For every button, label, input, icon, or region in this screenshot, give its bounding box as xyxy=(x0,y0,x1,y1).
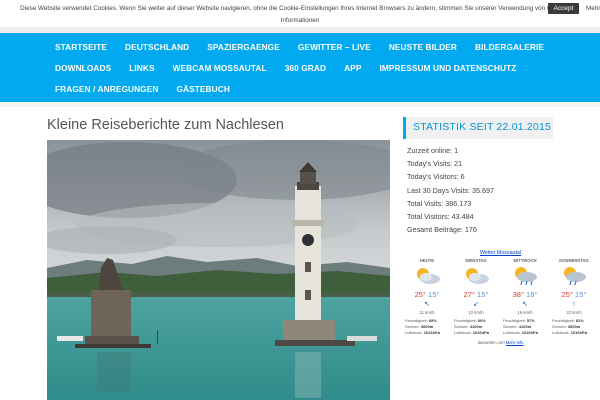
wind-direction-icon: ↖ xyxy=(424,301,430,308)
harbor-photo-illustration xyxy=(47,140,390,400)
nav-item-360-grad[interactable]: 360 GRAD xyxy=(276,57,335,80)
cookie-bar: Diese Website verwendet Cookies. Wenn Si… xyxy=(0,0,600,27)
weather-temperature: 38° 18° xyxy=(512,290,538,299)
wind-direction-icon: ↖ xyxy=(522,301,528,308)
snow-row: Schnee: 4100m xyxy=(454,324,483,329)
stat-todays-visitors: Today's Visitors: 6 xyxy=(407,172,465,182)
nav-item-downloads[interactable]: DOWNLOADS xyxy=(46,57,120,80)
weather-location-link[interactable]: Wetter Mossautal xyxy=(403,250,598,256)
nav-row-2: DOWNLOADS LINKS WEBCAM MOSSAUTAL 360 GRA… xyxy=(46,57,525,80)
weather-day-name: DIENSTAG xyxy=(465,258,487,263)
pressure-row: Luftdruck: 1016hPa xyxy=(405,330,440,335)
stat-todays-visits: Today's Visits: 21 xyxy=(407,159,463,169)
weather-day-name: DONNERSTAG xyxy=(559,258,589,263)
pressure-row: Luftdruck: 1016hPa xyxy=(454,330,489,335)
sun-cloud-icon xyxy=(417,268,440,284)
statistics-title-text: STATISTIK SEIT 22.01.2015 xyxy=(413,121,552,133)
nav-item-fragen-anregungen[interactable]: FRAGEN / ANREGUNGEN xyxy=(46,78,167,101)
snow-row: Schnee: 4100m xyxy=(503,324,532,329)
post-title[interactable]: Kleine Reiseberichte zum Nachlesen xyxy=(47,117,284,133)
snow-row: Schnee: 3000m xyxy=(405,324,434,329)
wind-direction-icon: ↙ xyxy=(473,301,479,308)
nav-item-neuste-bilder[interactable]: NEUSTE BILDER xyxy=(380,36,466,59)
weather-day-column: DONNERSTAG 25° 15° ↑ 22 km/h Feuchtigkei… xyxy=(550,258,598,338)
nav-item-gaestebuch[interactable]: GÄSTEBUCH xyxy=(167,78,238,101)
sun-cloud-icon xyxy=(466,268,489,284)
cookie-accept-button[interactable]: Accept xyxy=(548,3,579,14)
weather-footer: daswetter.com Mehr Info xyxy=(403,340,598,345)
weather-source: daswetter.com xyxy=(477,340,505,345)
snow-row: Schnee: 3000m xyxy=(552,324,581,329)
pressure-row: Luftdruck: 1016hPa xyxy=(552,330,587,335)
sun-cloud-rain-icon xyxy=(564,267,586,286)
stat-total-visitors: Total Visitors: 43.484 xyxy=(407,211,474,221)
nav-row-3: FRAGEN / ANREGUNGEN GÄSTEBUCH xyxy=(46,78,239,101)
content-top-strip xyxy=(0,102,600,107)
statistics-list: Zurzeit online: 1 Today's Visits: 21 Tod… xyxy=(407,144,557,236)
stat-last-30-days: Last 30 Days Visits: 35.697 xyxy=(407,185,494,195)
humidity-row: Feuchtigkeit: 81% xyxy=(552,318,584,323)
nav-item-links[interactable]: LINKS xyxy=(120,57,163,80)
weather-temperature: 25° 15° xyxy=(414,290,440,299)
weather-temperature: 25° 15° xyxy=(561,290,587,299)
weather-temperature: 27° 15° xyxy=(463,290,489,299)
pressure-row: Luftdruck: 1016hPa xyxy=(503,330,538,335)
weather-day-column: HEUTE 25° 15° ↖ 11 km/h Feuchtigkeit: 69… xyxy=(403,258,451,338)
wind-speed: 11 km/h xyxy=(419,310,435,315)
wind-speed: 12 km/h xyxy=(468,310,484,315)
stat-total-visits: Total Visits: 386.173 xyxy=(407,198,472,208)
weather-day-column: DIENSTAG 27° 15° ↙ 12 km/h Feuchtigkeit:… xyxy=(452,258,500,338)
main-navigation: STARTSEITE DEUTSCHLAND SPAZIERGAENGE GEW… xyxy=(0,33,600,102)
weather-day-name: HEUTE xyxy=(419,258,435,263)
weather-day-column: MITTWOCH 38° 18° ↖ 16 km/h Feuchtigkeit:… xyxy=(501,258,549,338)
post-image-lighthouse-harbor[interactable] xyxy=(47,140,390,400)
humidity-row: Feuchtigkeit: 69% xyxy=(405,318,437,323)
nav-item-startseite[interactable]: STARTSEITE xyxy=(46,36,116,59)
nav-item-gewitter-live[interactable]: GEWITTER – LIVE xyxy=(289,36,380,59)
weather-day-name: MITTWOCH xyxy=(513,258,537,263)
humidity-row: Feuchtigkeit: 57% xyxy=(503,318,535,323)
wind-speed: 16 km/h xyxy=(517,310,533,315)
stat-online: Zurzeit online: 1 xyxy=(407,146,459,155)
cookie-message: Diese Website verwendet Cookies. Wenn Si… xyxy=(20,5,580,12)
wind-direction-icon: ↑ xyxy=(572,301,576,308)
weather-widget: Wetter Mossautal HEUTE 25° 15° ↖ 11 km/h… xyxy=(403,248,598,348)
nav-item-app[interactable]: APP xyxy=(335,57,370,80)
nav-row-1: STARTSEITE DEUTSCHLAND SPAZIERGAENGE GEW… xyxy=(46,36,553,59)
nav-item-impressum[interactable]: IMPRESSUM UND DATENSCHUTZ xyxy=(370,57,525,80)
nav-item-bildergalerie[interactable]: BILDERGALERIE xyxy=(466,36,553,59)
sun-cloud-rain-icon xyxy=(515,267,537,286)
cookie-info-link[interactable]: Informationen xyxy=(0,15,600,26)
weather-more-info-link[interactable]: Mehr Info xyxy=(506,340,524,345)
wind-speed: 22 km/h xyxy=(566,310,582,315)
nav-item-webcam-mossautal[interactable]: WEBCAM MOSSAUTAL xyxy=(164,57,276,80)
nav-item-deutschland[interactable]: DEUTSCHLAND xyxy=(116,36,198,59)
stat-total-posts: Gesamt Beiträge: 176 xyxy=(407,225,477,235)
nav-item-spaziergaenge[interactable]: SPAZIERGAENGE xyxy=(198,36,289,59)
humidity-row: Feuchtigkeit: 60% xyxy=(454,318,486,323)
cookie-more-link[interactable]: Mehr xyxy=(586,3,600,14)
statistics-widget-title: STATISTIK SEIT 22.01.2015 xyxy=(403,117,553,139)
